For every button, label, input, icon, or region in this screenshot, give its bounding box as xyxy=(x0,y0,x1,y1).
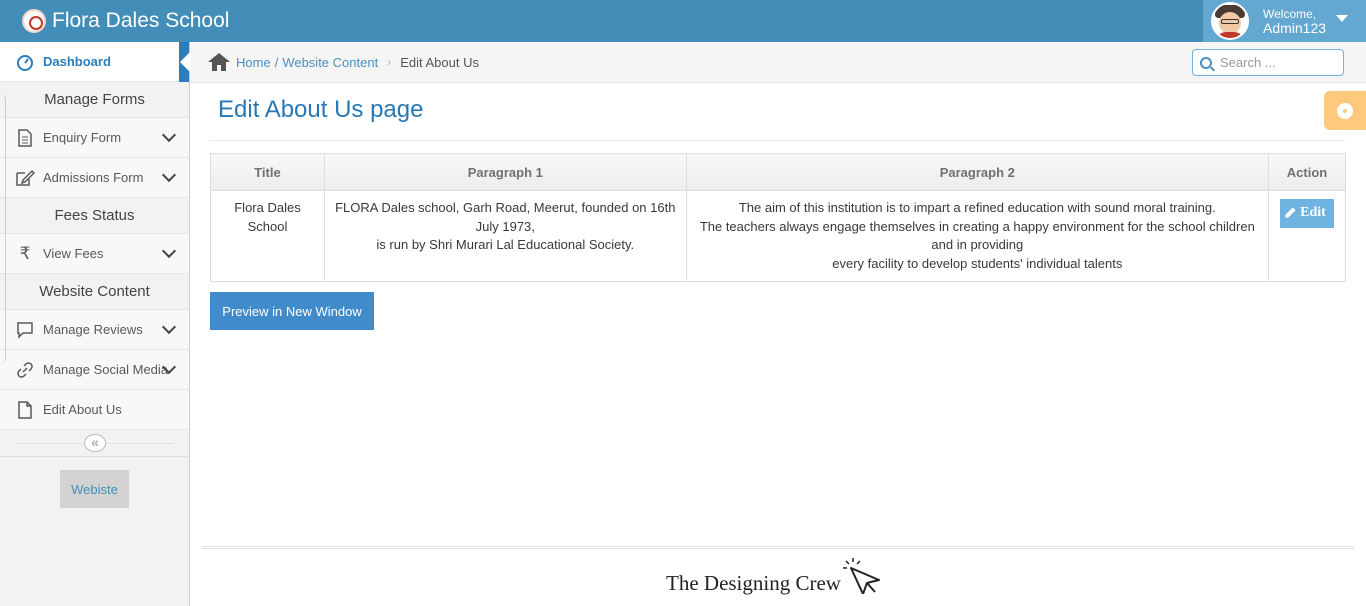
breadcrumb: Home / Website Content › Edit About Us xyxy=(190,42,1366,83)
sidebar-item-manage-social-media[interactable]: Manage Social Media xyxy=(0,350,189,390)
comment-icon xyxy=(10,321,40,339)
footer-divider xyxy=(202,546,1354,549)
paragraph-line: is run by Shri Murari Lal Educational So… xyxy=(376,237,635,252)
sidebar-item-dashboard[interactable]: Dashboard xyxy=(0,42,190,82)
settings-button[interactable] xyxy=(1324,91,1366,130)
sidebar-rail xyxy=(0,94,6,364)
top-navbar: Flora Dales School Welcome, Admin123 xyxy=(0,0,1366,42)
user-menu[interactable]: Welcome, Admin123 xyxy=(1203,0,1366,42)
website-button[interactable]: Webiste xyxy=(60,470,129,508)
page-title: Edit About Us page xyxy=(218,96,424,123)
footer-brand-text: The Designing Crew xyxy=(666,570,841,595)
link-icon xyxy=(10,361,40,379)
gear-icon xyxy=(1337,102,1353,119)
title-divider xyxy=(210,140,1346,141)
username: Admin123 xyxy=(1263,20,1327,36)
sidebar-item-enquiry-form[interactable]: Enquiry Form xyxy=(0,118,189,158)
avatar xyxy=(1211,2,1249,40)
breadcrumb-chevron-icon: › xyxy=(387,55,392,69)
edit-button[interactable]: Edit xyxy=(1280,199,1334,228)
sidebar-item-view-fees[interactable]: ₹ View Fees xyxy=(0,234,189,274)
rupee-icon: ₹ xyxy=(19,243,31,263)
breadcrumb-slash: / xyxy=(274,54,279,70)
footer-brand: The Designing Crew xyxy=(666,558,883,600)
sidebar-collapse-row: « xyxy=(0,430,189,457)
search-input[interactable] xyxy=(1220,55,1330,70)
sidebar-item-label: Dashboard xyxy=(43,54,111,69)
collapse-sidebar-icon[interactable]: « xyxy=(84,434,106,452)
about-us-table: Title Paragraph 1 Paragraph 2 Action Flo… xyxy=(210,153,1346,282)
edit-button-label: Edit xyxy=(1300,205,1326,220)
cell-title: Flora Dales School xyxy=(210,190,325,282)
sidebar-item-manage-reviews[interactable]: Manage Reviews xyxy=(0,310,189,350)
preview-in-new-window-button[interactable]: Preview in New Window xyxy=(210,292,374,330)
column-header-title: Title xyxy=(210,153,325,191)
sidebar-section-header: Manage Forms xyxy=(0,82,189,118)
column-header-paragraph-2: Paragraph 2 xyxy=(685,153,1270,191)
file-text-icon xyxy=(10,128,40,147)
brand[interactable]: Flora Dales School xyxy=(22,6,229,36)
sidebar-item-label: Edit About Us xyxy=(43,402,122,417)
caret-down-icon[interactable] xyxy=(1336,15,1348,22)
search-box xyxy=(1192,49,1344,76)
paragraph-line: The aim of this institution is to impart… xyxy=(738,200,1216,215)
welcome-text: Welcome, xyxy=(1263,7,1317,21)
table-row: Flora Dales School FLORA Dales school, G… xyxy=(210,190,1346,282)
cursor-click-icon xyxy=(842,558,883,600)
brand-title: Flora Dales School xyxy=(52,9,230,32)
school-logo-icon xyxy=(22,9,46,33)
column-header-action: Action xyxy=(1268,153,1346,191)
breadcrumb-home[interactable]: Home xyxy=(236,55,271,70)
home-icon[interactable] xyxy=(208,53,230,71)
cell-action: Edit xyxy=(1268,190,1346,282)
sidebar-item-admissions-form[interactable]: Admissions Form xyxy=(0,158,189,198)
breadcrumb-website-content[interactable]: Website Content xyxy=(282,55,378,70)
paragraph-line: FLORA Dales school, Garh Road, Meerut, f… xyxy=(335,200,676,234)
sidebar-section-header: Website Content xyxy=(0,274,189,310)
edit-icon xyxy=(10,169,40,187)
search-icon xyxy=(1200,56,1212,69)
sidebar: Dashboard Manage Forms Enquiry Form Admi… xyxy=(0,42,190,606)
paragraph-line: The teachers always engage themselves in… xyxy=(699,218,1255,253)
column-header-paragraph-1: Paragraph 1 xyxy=(323,153,687,191)
tachometer-icon xyxy=(10,53,40,71)
breadcrumb-current: Edit About Us xyxy=(400,54,479,70)
file-icon xyxy=(10,400,40,419)
sidebar-section-header: Fees Status xyxy=(0,198,189,234)
cell-paragraph-2: The aim of this institution is to impart… xyxy=(685,190,1270,282)
table-header-row: Title Paragraph 1 Paragraph 2 Action xyxy=(210,153,1346,191)
pencil-icon xyxy=(1284,207,1296,219)
sidebar-item-edit-about-us[interactable]: Edit About Us xyxy=(0,390,189,430)
paragraph-line: every facility to develop students' indi… xyxy=(832,255,1123,271)
cell-paragraph-1: FLORA Dales school, Garh Road, Meerut, f… xyxy=(323,190,687,282)
